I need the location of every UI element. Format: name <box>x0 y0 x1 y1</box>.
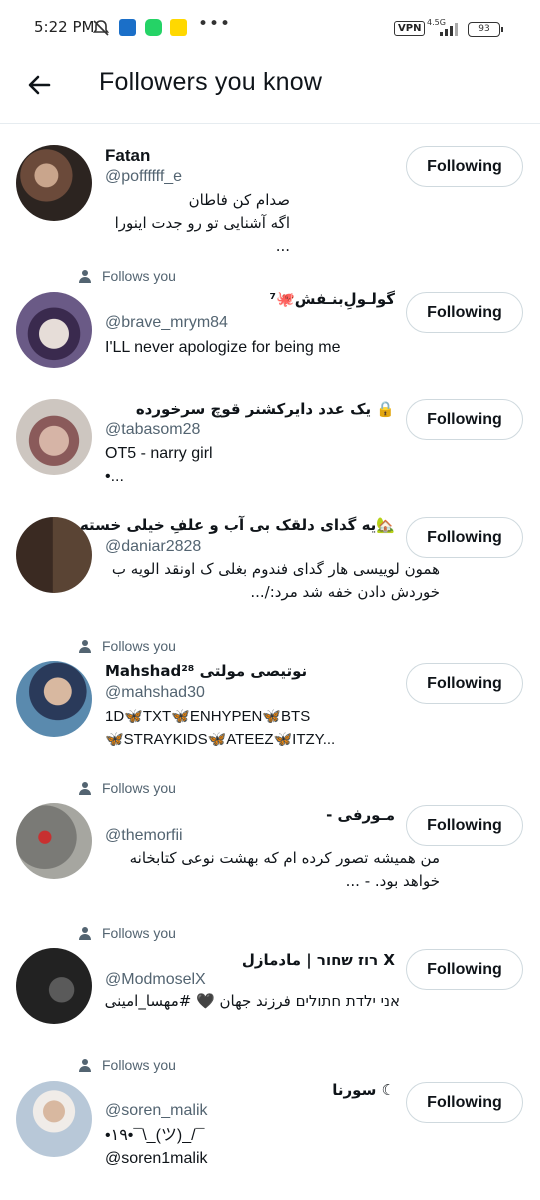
user-bio: OT5 - narry girl •... <box>105 445 213 485</box>
avatar[interactable] <box>16 803 92 879</box>
avatar[interactable] <box>16 661 92 737</box>
status-bar: 5:22 PM ••• VPN 4.5G 93 <box>0 0 540 58</box>
user-row[interactable]: یک عدد دایرکشنر قوچ سرخورده 🔒 @tabasom28… <box>0 380 540 500</box>
user-display-name: Fatan <box>105 146 151 165</box>
user-display-name: - مـورفی <box>326 806 395 824</box>
avatar[interactable] <box>16 399 92 475</box>
avatar[interactable] <box>16 1081 92 1157</box>
user-row[interactable]: Follows you گولـولِ‌بنـفش🐙⁷ @brave_mrym8… <box>0 262 540 380</box>
user-row[interactable]: Follows you רוז שחור | مادمازل X @Modmos… <box>0 919 540 1051</box>
battery-icon: 93 <box>468 22 503 37</box>
user-row[interactable]: Follows you Mahshad²⁸ نوتیصی مولتی @mahs… <box>0 632 540 752</box>
person-icon <box>79 1059 91 1072</box>
avatar[interactable] <box>16 145 92 221</box>
avatar[interactable] <box>16 292 92 368</box>
follows-you-label: Follows you <box>78 1057 176 1073</box>
user-handle: @mahshad30 <box>105 684 205 701</box>
app-notification-icon <box>119 19 136 36</box>
user-handle: @ModmoselX <box>105 971 206 988</box>
user-display-name: Mahshad²⁸ نوتیصی مولتی <box>105 662 308 680</box>
user-bio: صدام کن فاطان اگه آشنایی تو رو جدت اینور… <box>114 191 290 255</box>
user-row[interactable]: Fatan @poffffff_e صدام کن فاطان اگه آشنا… <box>0 124 540 255</box>
user-display-name: یک عدد دایرکشنر قوچ سرخورده 🔒 <box>135 400 395 418</box>
page-header: Followers you know <box>0 58 540 124</box>
follows-you-text: Follows you <box>102 1057 176 1073</box>
follows-you-label: Follows you <box>78 780 176 796</box>
user-bio: همون لوییسی هار گدای فندوم بغلی ک اونقد … <box>111 560 440 601</box>
follows-you-label: Follows you <box>78 638 176 654</box>
user-row[interactable]: Follows you سورنا ☾ @soren_malik •۱۹•¯\_… <box>0 1051 540 1200</box>
user-row[interactable]: یه گدای دلقک بی آب و علفِ خیلی خسته🏡 @da… <box>0 500 540 620</box>
notifications-muted-icon <box>92 20 110 36</box>
user-bio: I'LL never apologize for being me <box>105 339 341 356</box>
following-button[interactable]: Following <box>406 146 523 187</box>
user-bio: 1D🦋TXT🦋ENHYPEN🦋BTS 🦋STRAYKIDS🦋ATEEZ🦋ITZY… <box>105 708 336 748</box>
vpn-badge: VPN <box>394 21 426 36</box>
user-display-name: רוז שחור | مادمازل X <box>241 951 395 969</box>
person-icon <box>79 782 91 795</box>
following-button[interactable]: Following <box>406 663 523 704</box>
following-button[interactable]: Following <box>406 517 523 558</box>
whatsapp-icon <box>145 19 162 36</box>
follows-you-text: Follows you <box>102 638 176 654</box>
person-icon <box>79 640 91 653</box>
person-icon <box>79 927 91 940</box>
user-handle: @themorfii <box>105 827 183 844</box>
following-button[interactable]: Following <box>406 1082 523 1123</box>
user-handle: @soren_malik <box>105 1102 208 1119</box>
user-handle: @tabasom28 <box>105 421 201 438</box>
following-button[interactable]: Following <box>406 949 523 990</box>
following-button[interactable]: Following <box>406 399 523 440</box>
back-arrow-icon[interactable] <box>22 68 56 102</box>
more-notifications-icon: ••• <box>198 14 232 34</box>
following-button[interactable]: Following <box>406 805 523 846</box>
user-handle: @brave_mrym84 <box>105 314 228 331</box>
following-button[interactable]: Following <box>406 292 523 333</box>
follows-you-label: Follows you <box>78 268 176 284</box>
user-bio: אני ילדת חתולים فرزند جهان 🖤 #مهسا_امینی <box>104 992 400 1010</box>
user-row[interactable]: Follows you - مـورفی @themorfii من همیشه… <box>0 774 540 919</box>
page-title: Followers you know <box>99 68 323 96</box>
user-bio: من همیشه تصور کرده ام که بهشت نوعی کتابخ… <box>129 849 440 890</box>
avatar[interactable] <box>16 948 92 1024</box>
follows-you-text: Follows you <box>102 780 176 796</box>
user-handle: @daniar2828 <box>105 538 202 555</box>
signal-icon <box>438 22 462 36</box>
follows-you-text: Follows you <box>102 268 176 284</box>
person-icon <box>79 270 91 283</box>
user-display-name: گولـولِ‌بنـفش🐙⁷ <box>269 290 395 308</box>
user-display-name: سورنا ☾ <box>332 1081 395 1099</box>
status-time: 5:22 PM <box>34 18 95 36</box>
snapchat-icon <box>170 19 187 36</box>
user-handle: @poffffff_e <box>105 168 183 185</box>
follows-you-label: Follows you <box>78 925 176 941</box>
follows-you-text: Follows you <box>102 925 176 941</box>
user-display-name: یه گدای دلقک بی آب و علفِ خیلی خسته🏡 <box>79 516 395 534</box>
user-bio: •۱۹•¯\_(ツ)_/¯ @soren1malik <box>105 1127 208 1167</box>
